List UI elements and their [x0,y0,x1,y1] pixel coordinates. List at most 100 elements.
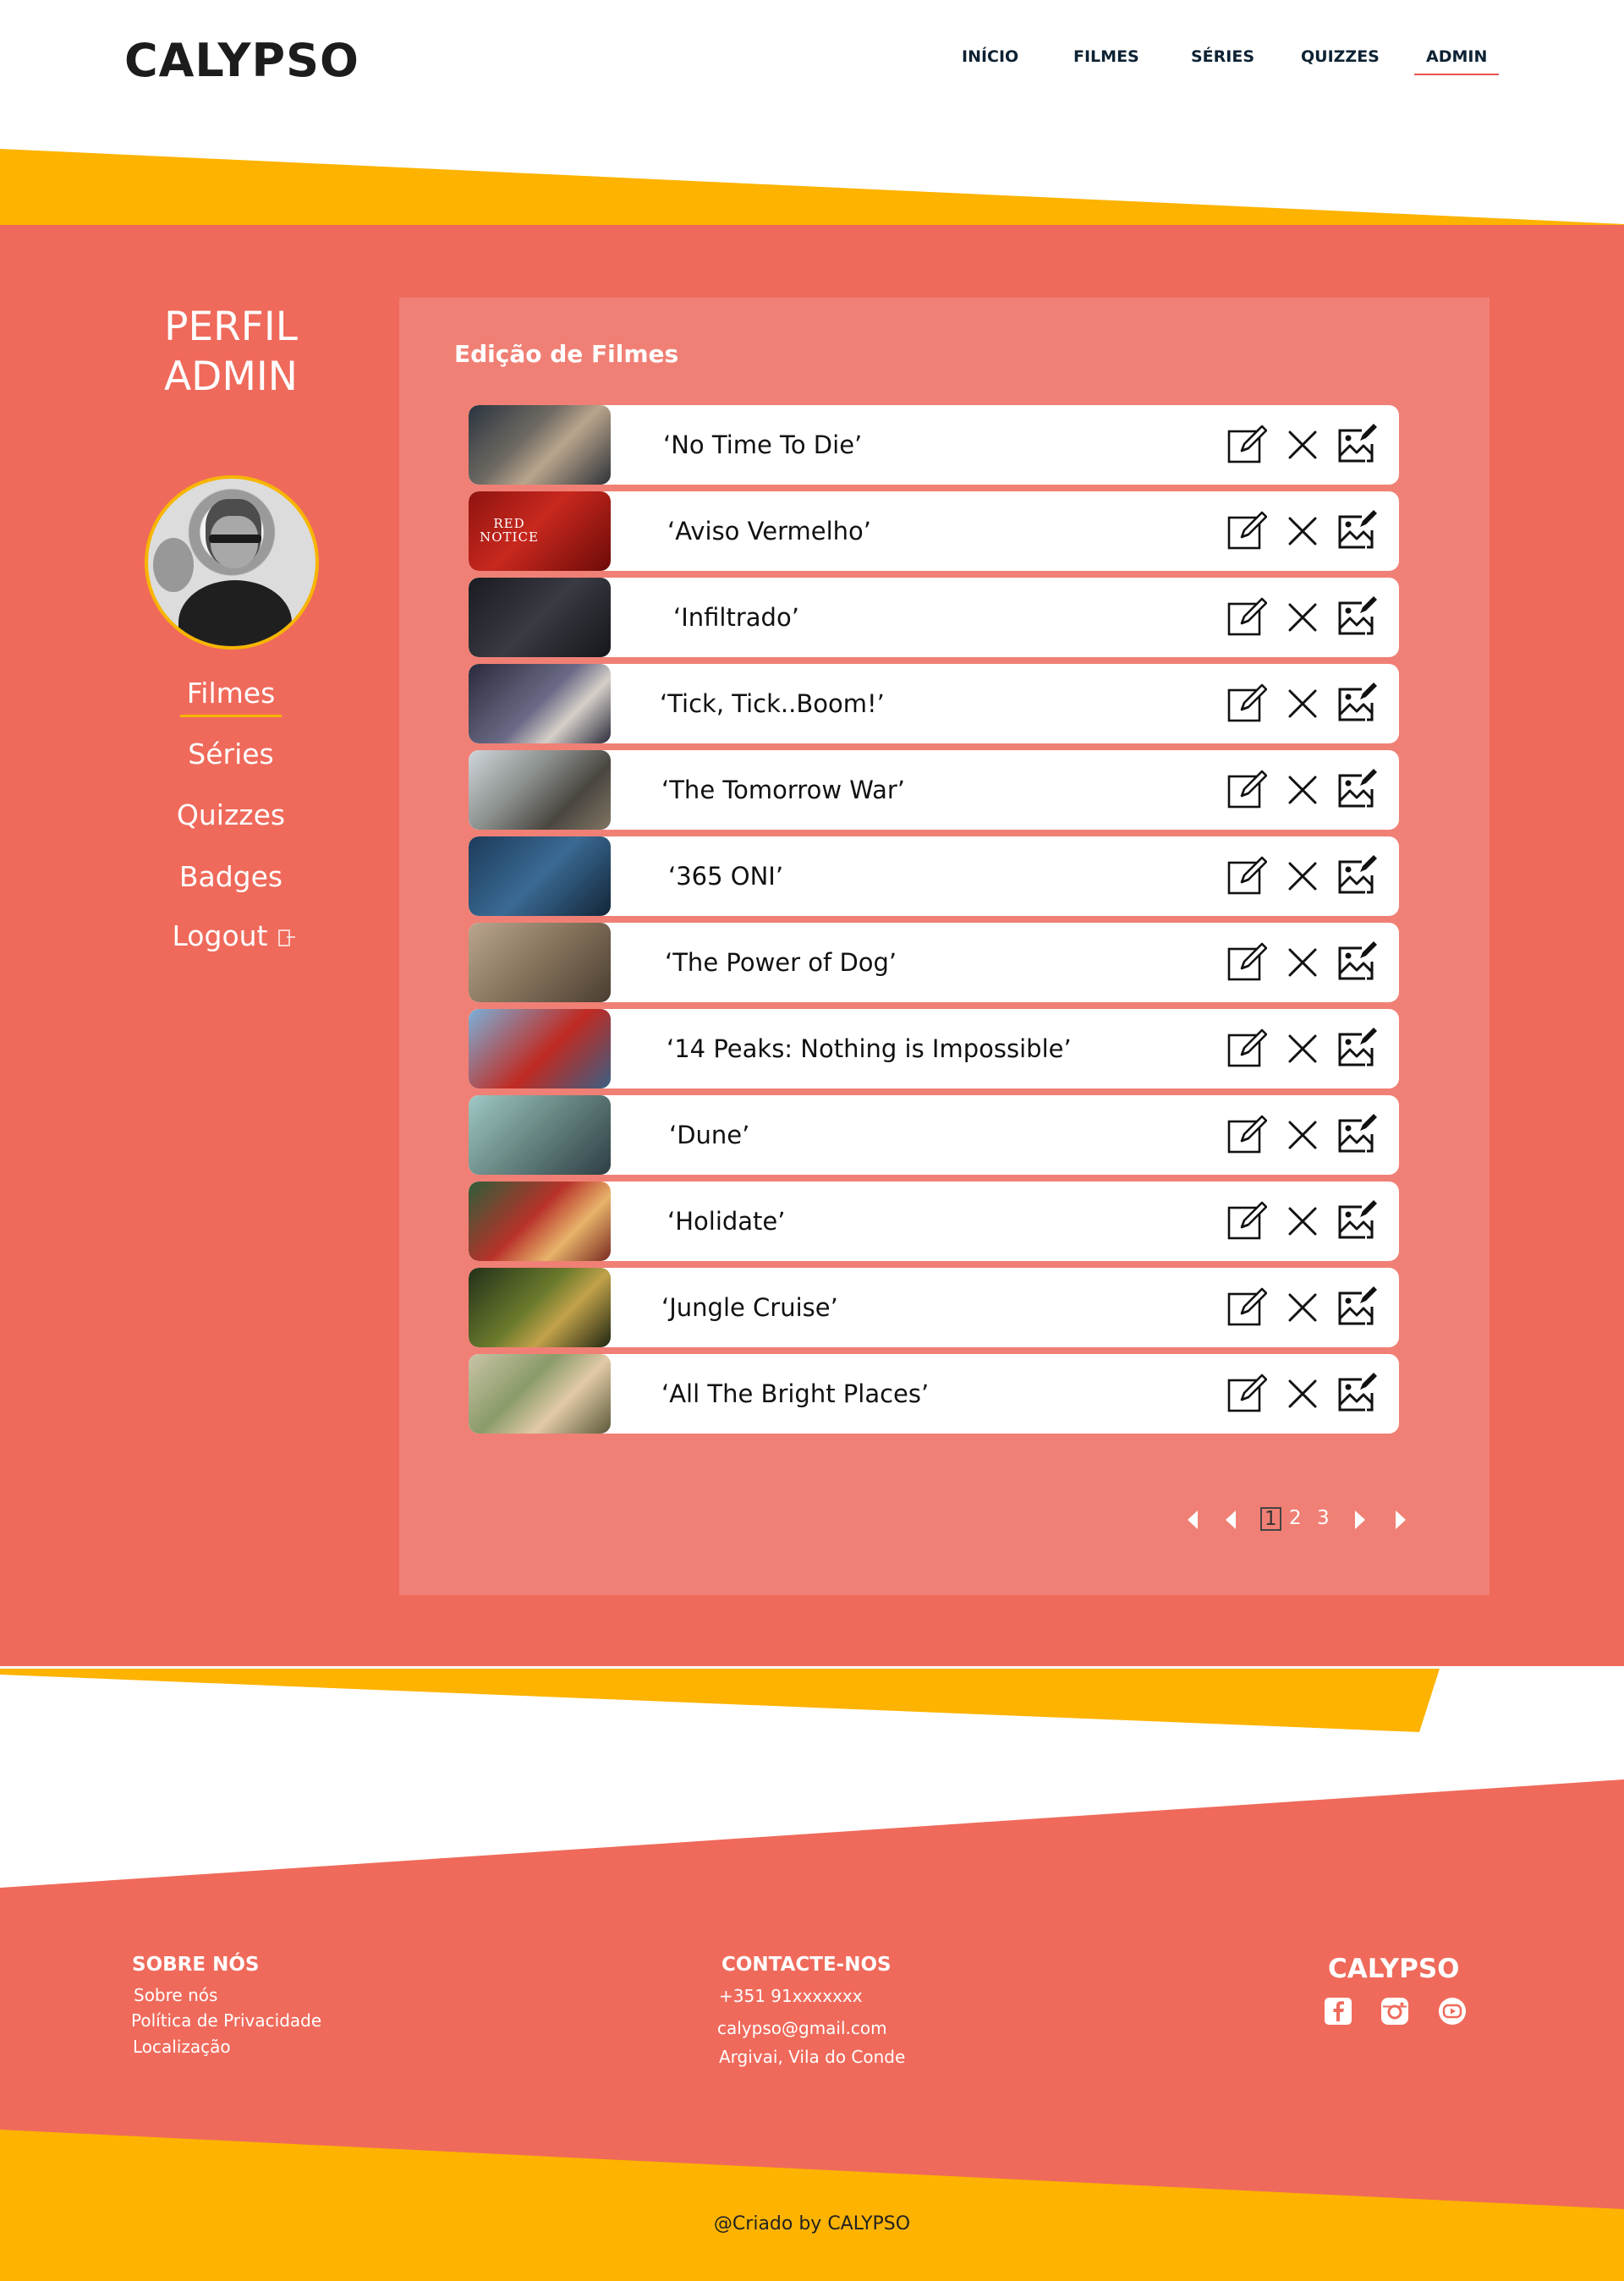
delete-x-icon [1281,430,1324,469]
movie-poster-thumbnail [469,1095,611,1175]
edit-button[interactable] [1225,510,1268,552]
image-edit-icon [1335,941,1377,987]
delete-x-icon [1281,948,1324,987]
delete-x-icon [1281,1379,1324,1418]
delete-button[interactable] [1281,1028,1324,1070]
edit-image-button[interactable] [1335,1114,1377,1156]
next-page-icon[interactable] [1353,1509,1367,1534]
delete-x-icon [1281,862,1324,901]
page-1[interactable]: 1 [1260,1507,1281,1531]
movie-poster-thumbnail [469,1009,611,1088]
edit-button[interactable] [1225,941,1268,984]
delete-x-icon [1281,776,1324,814]
delete-x-icon [1281,517,1324,556]
movie-title: ‘Tick, Tick..Boom!’ [660,689,885,718]
nav-inicio[interactable]: INÍCIO [962,47,1018,66]
delete-button[interactable] [1281,1200,1324,1242]
movie-title: ‘All The Bright Places’ [661,1379,930,1408]
edit-button[interactable] [1225,1373,1268,1415]
sidebar-item-logout[interactable]: Logout [124,919,337,952]
edit-image-button[interactable] [1335,855,1377,897]
avatar [145,475,319,650]
delete-button[interactable] [1281,769,1324,811]
edit-image-button[interactable] [1335,596,1377,639]
edit-button[interactable] [1225,1114,1268,1156]
nav-series[interactable]: SÉRIES [1191,47,1254,66]
footer-link-privacy[interactable]: Política de Privacidade [131,2010,321,2031]
sidebar-item-label: Badges [178,860,283,893]
movie-row: ‘Tick, Tick..Boom!’ [469,664,1399,743]
last-page-icon[interactable] [1394,1509,1407,1534]
sidebar-item-label: Quizzes [176,798,286,831]
page-3[interactable]: 3 [1317,1507,1330,1529]
edit-icon [1225,856,1268,901]
edit-icon [1225,1201,1268,1246]
edit-image-button[interactable] [1335,1200,1377,1242]
edit-button[interactable] [1225,1200,1268,1242]
delete-button[interactable] [1281,510,1324,552]
edit-image-button[interactable] [1335,769,1377,811]
page-2[interactable]: 2 [1289,1507,1302,1529]
delete-button[interactable] [1281,683,1324,725]
sidebar-item-quizzes[interactable]: Quizzes [124,798,337,831]
movie-title: ‘Infiltrado’ [673,603,799,632]
edit-image-button[interactable] [1335,1028,1377,1070]
first-page-icon[interactable] [1186,1509,1199,1534]
delete-button[interactable] [1281,1114,1324,1156]
movie-title: ‘Aviso Vermelho’ [667,517,871,546]
delete-button[interactable] [1281,941,1324,984]
edit-image-button[interactable] [1335,1286,1377,1329]
delete-button[interactable] [1281,596,1324,639]
poster-text: RED NOTICE [480,516,539,545]
movie-title: ‘No Time To Die’ [663,430,863,459]
edit-image-button[interactable] [1335,1373,1377,1415]
edit-image-button[interactable] [1335,510,1377,552]
edit-button[interactable] [1225,596,1268,642]
movie-row: ‘Holidate’ [469,1182,1399,1261]
nav-filmes[interactable]: FILMES [1073,47,1139,66]
footer-link-about[interactable]: Sobre nós [134,1985,217,2005]
edit-icon [1225,597,1268,642]
edit-button[interactable] [1225,424,1268,466]
nav-admin[interactable]: ADMIN [1413,47,1500,75]
edit-button[interactable] [1225,769,1268,811]
movie-row: RED NOTICE ‘Aviso Vermelho’ [469,491,1399,571]
delete-x-icon [1281,1293,1324,1332]
edit-button[interactable] [1225,683,1268,728]
footer-email: calypso@gmail.com [717,2018,887,2038]
delete-button[interactable] [1281,424,1324,466]
movie-poster-thumbnail [469,1182,611,1261]
delete-x-icon [1281,1034,1324,1073]
logout-icon [277,929,295,946]
edit-image-button[interactable] [1335,683,1377,725]
movie-row: ‘Dune’ [469,1095,1399,1175]
delete-button[interactable] [1281,1286,1324,1329]
movie-poster-thumbnail [469,923,611,1002]
edit-button[interactable] [1225,1286,1268,1329]
edit-image-button[interactable] [1335,424,1377,466]
sidebar-item-badges[interactable]: Badges [124,860,337,893]
image-edit-icon [1335,855,1377,901]
delete-button[interactable] [1281,1373,1324,1415]
delete-x-icon [1281,603,1324,642]
sidebar-item-filmes[interactable]: Filmes [124,677,337,717]
edit-image-button[interactable] [1335,941,1377,984]
edit-icon [1225,683,1268,728]
sidebar-item-series[interactable]: Séries [124,737,337,770]
profile-title-line1: PERFIL [164,304,298,350]
nav-quizzes[interactable]: QUIZZES [1301,47,1380,66]
youtube-icon[interactable] [1438,1997,1467,2026]
edit-button[interactable] [1225,855,1268,897]
delete-button[interactable] [1281,855,1324,897]
movie-row: ‘14 Peaks: Nothing is Impossible’ [469,1009,1399,1088]
delete-x-icon [1281,1121,1324,1160]
edit-button[interactable] [1225,1028,1268,1070]
movie-title: ‘Holidate’ [667,1207,786,1236]
prev-page-icon[interactable] [1224,1509,1237,1534]
footer-link-location[interactable]: Localização [133,2037,231,2057]
sidebar-item-label: Filmes [179,677,283,717]
movie-poster-thumbnail [469,750,611,830]
facebook-icon[interactable] [1324,1997,1352,2026]
movie-poster-thumbnail: RED NOTICE [469,491,611,571]
instagram-icon[interactable] [1380,1997,1409,2026]
